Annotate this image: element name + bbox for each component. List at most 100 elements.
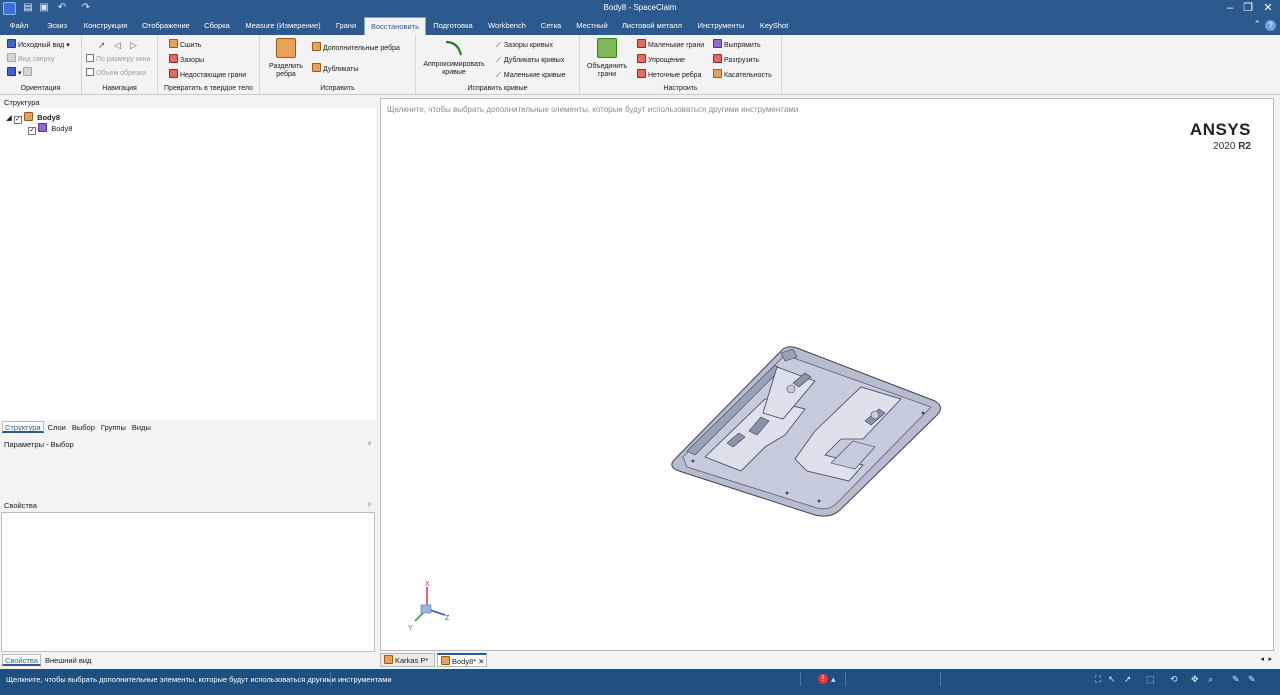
pen-icon[interactable]: ✎ <box>1248 674 1256 685</box>
tab-workbench[interactable]: Workbench <box>483 17 531 35</box>
properties-title: Свойства <box>4 501 37 510</box>
inexact-edges-button[interactable]: Неточные ребра <box>637 69 701 82</box>
rotate-icon[interactable]: ⟲ <box>1170 674 1178 685</box>
restore-icon[interactable]: ❐ <box>1240 1 1256 16</box>
clip-volume-button[interactable]: Объем обрезки <box>86 67 146 80</box>
tab-faces[interactable]: Грани <box>330 17 362 35</box>
tab-assembly[interactable]: Сборка <box>198 17 236 35</box>
select-icon[interactable]: ⛶ <box>1095 674 1101 685</box>
checkbox <box>86 68 94 76</box>
document-icon <box>384 655 393 664</box>
options-panel-header: Параметры - Выбор ᵖ <box>0 439 376 450</box>
gaps-button[interactable]: Зазоры <box>169 54 204 67</box>
checkbox <box>86 54 94 62</box>
tab-properties[interactable]: Свойства <box>2 654 41 666</box>
brand-version: 2020 <box>1213 141 1236 152</box>
tab-structure[interactable]: Структура <box>2 421 44 433</box>
graphics-viewport[interactable]: Щелкните, чтобы выбрать дополнительные э… <box>380 98 1274 651</box>
split-edges-button[interactable]: Разделить ребра <box>264 38 308 79</box>
curve-gaps-button[interactable]: ⟋ Зазоры кривых <box>496 39 553 52</box>
tab-selection[interactable]: Выбор <box>70 422 97 434</box>
tab-views[interactable]: Виды <box>130 422 153 434</box>
pointer-icon[interactable]: ➚ <box>1124 674 1132 685</box>
select-arrow-icon[interactable]: ➚ <box>98 39 106 52</box>
tab-mesh[interactable]: Сетка <box>536 17 566 35</box>
tab-display[interactable]: Отображение <box>138 17 194 35</box>
merge-faces-icon <box>597 38 617 58</box>
ribbon-tabs: Файл Эскиз Конструкция Отображение Сборк… <box>0 17 1280 35</box>
properties-panel-header: Свойства ᵖ <box>0 500 376 511</box>
tab-sketch[interactable]: Эскиз <box>40 17 74 35</box>
fit-window-button[interactable]: По размеру окна <box>86 53 150 66</box>
pin-icon[interactable]: ᵖ <box>368 500 371 511</box>
tab-tools[interactable]: Инструменты <box>692 17 750 35</box>
tab-prepare[interactable]: Подготовка <box>428 17 478 35</box>
tab-file[interactable]: Файл <box>4 17 34 35</box>
extra-edges-button[interactable]: Дополнительные ребра <box>312 42 400 55</box>
visibility-checkbox[interactable]: ✓ <box>28 127 36 135</box>
divider <box>940 672 941 686</box>
scroll-left-icon[interactable]: ◂ <box>1260 655 1264 663</box>
group-label: Исправить кривые <box>467 85 528 92</box>
merge-faces-button[interactable]: Объединить грани <box>582 38 632 79</box>
tab-keyshot[interactable]: KeyShot <box>755 17 793 35</box>
minimize-icon[interactable]: – <box>1222 1 1238 16</box>
tab-sheet-metal[interactable]: Листовой металл <box>617 17 687 35</box>
tab-appearance[interactable]: Внешний вид <box>43 655 94 667</box>
tab-local[interactable]: Местный <box>571 17 613 35</box>
tree-item-root[interactable]: ◢ ✓ Body8 <box>6 112 60 124</box>
expand-icon[interactable]: ◢ <box>6 113 12 122</box>
split-edges-icon <box>276 38 296 58</box>
doc-tab-body8[interactable]: Body8* ✕ <box>437 653 487 667</box>
stitch-icon <box>169 39 178 48</box>
extra-edges-icon <box>312 42 321 51</box>
view-cube-button[interactable]: ▾ <box>7 67 34 80</box>
3d-model-body[interactable] <box>665 343 945 521</box>
error-icon[interactable]: ! <box>818 674 828 684</box>
tab-repair[interactable]: Восстановить <box>364 17 426 35</box>
chevron-up-icon[interactable]: ▴ <box>831 674 836 685</box>
fit-curves-button[interactable]: Аппроксимировать кривые <box>418 38 490 77</box>
tangency-button[interactable]: Касательность <box>713 69 772 82</box>
group-label: Настроить <box>663 85 698 92</box>
doc-tab-karkas[interactable]: Karkas P* <box>380 653 435 667</box>
home-view-button[interactable]: Исходный вид ▾ <box>7 39 70 52</box>
relax-button[interactable]: Разгрузить <box>713 54 759 67</box>
pan-icon[interactable]: ✥ <box>1191 674 1199 685</box>
forward-icon[interactable]: ▷ <box>130 39 137 52</box>
group-label: Исправить <box>320 85 355 92</box>
tab-measure[interactable]: Measure (Измерение) <box>240 17 326 35</box>
top-view-button[interactable]: Вид сверху <box>7 53 54 66</box>
pin-icon[interactable]: ᵖ <box>368 439 371 450</box>
collapse-ribbon-icon[interactable]: ⌃ <box>1253 19 1261 30</box>
small-curves-button[interactable]: ⟋ Маленькие кривые <box>496 69 566 82</box>
duplicates-button[interactable]: Дубликаты <box>312 63 358 76</box>
solid-icon <box>38 123 48 132</box>
close-tab-icon[interactable]: ✕ <box>478 657 484 666</box>
close-icon[interactable]: ✕ <box>1260 1 1276 16</box>
stitch-button[interactable]: Сшить <box>169 39 201 52</box>
group-label: Ориентация <box>20 85 61 92</box>
duplicate-curves-button[interactable]: ⟋ Дубликаты кривых <box>496 54 564 67</box>
small-faces-button[interactable]: Маленькие грани <box>637 39 704 52</box>
tree-item-body[interactable]: ✓ Body8 <box>28 123 72 135</box>
visibility-checkbox[interactable]: ✓ <box>13 116 22 124</box>
zoom-icon[interactable]: ⌕ <box>1208 674 1213 685</box>
options-title: Параметры - Выбор <box>4 440 74 449</box>
tab-design[interactable]: Конструкция <box>78 17 133 35</box>
simplify-button[interactable]: Упрощение <box>637 54 685 67</box>
document-tabs: Karkas P* Body8* ✕ ◂ ▸ <box>380 653 1274 667</box>
gaps-icon <box>169 54 178 63</box>
help-icon[interactable]: ? <box>1265 20 1276 31</box>
tab-groups[interactable]: Группы <box>99 422 128 434</box>
view-icon <box>7 53 16 62</box>
tab-layers[interactable]: Слои <box>46 422 68 434</box>
viewport-hint: Щелкните, чтобы выбрать дополнительные э… <box>387 105 799 114</box>
pen-icon[interactable]: ✎ <box>1232 674 1240 685</box>
straighten-button[interactable]: Выпрямить <box>713 39 761 52</box>
missing-faces-button[interactable]: Недостающие грани <box>169 69 246 82</box>
box-select-icon[interactable]: ⬚ <box>1146 674 1155 685</box>
selection-mode-icon[interactable]: ↖ <box>1108 674 1116 685</box>
back-icon[interactable]: ◁ <box>114 39 121 52</box>
scroll-right-icon[interactable]: ▸ <box>1268 655 1272 663</box>
